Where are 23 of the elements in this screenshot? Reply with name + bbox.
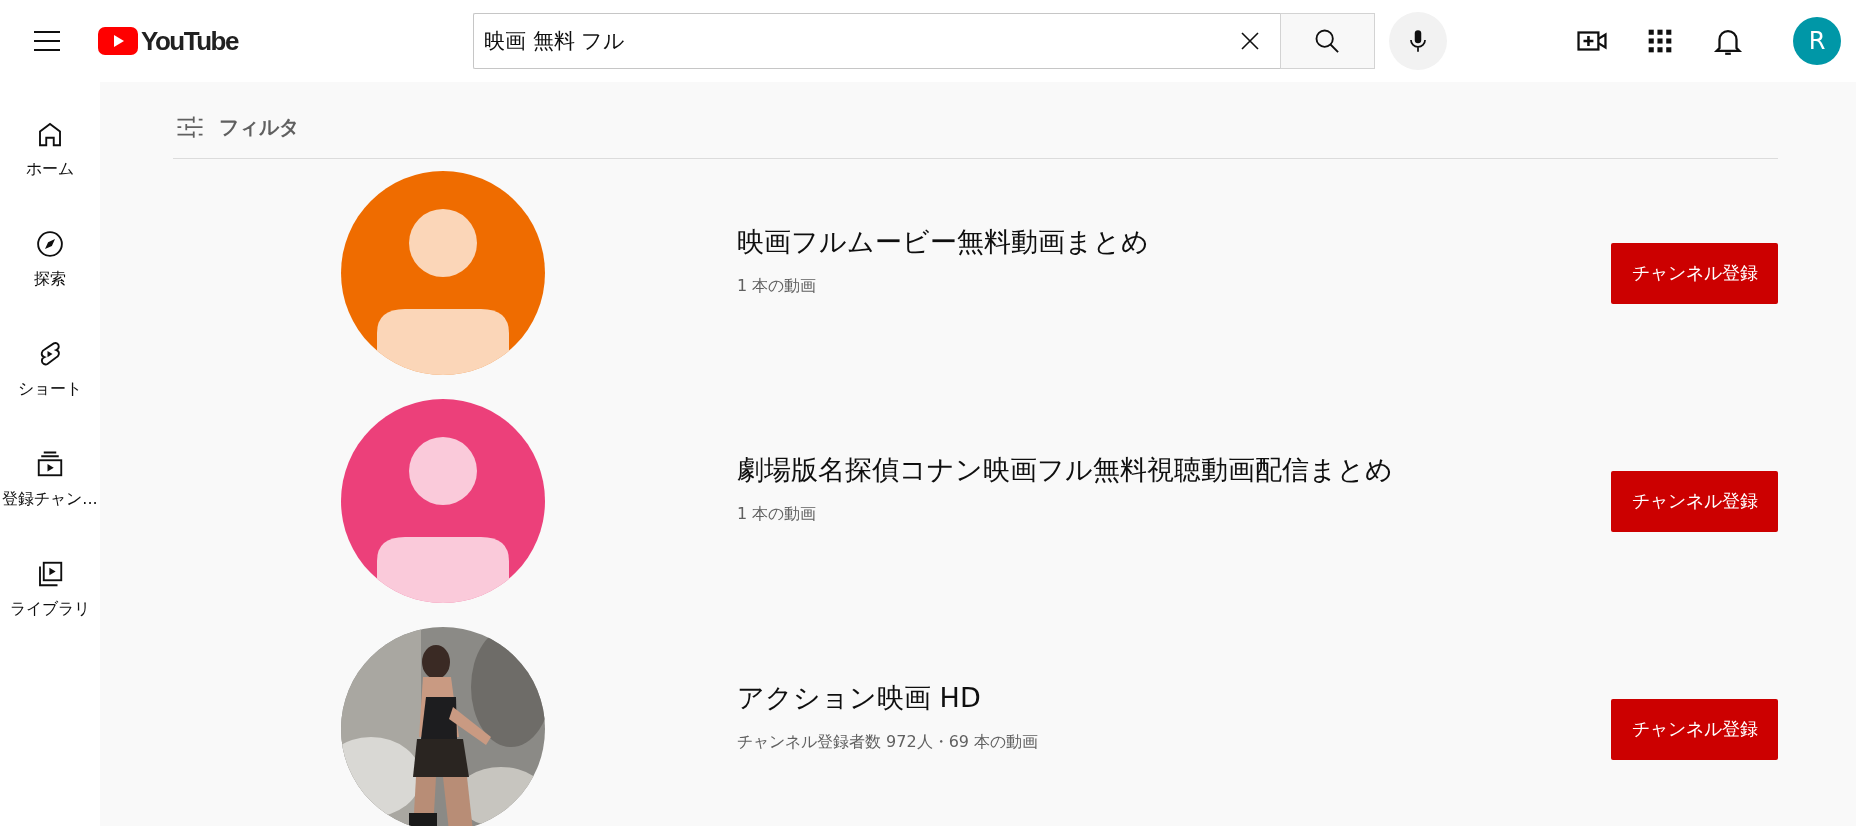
channel-title[interactable]: 劇場版名探偵コナン映画フル無料視聴動画配信まとめ <box>737 451 1611 488</box>
sidebar-item[interactable]: 探索 <box>0 204 100 314</box>
filter-button[interactable]: フィルタ <box>219 113 299 141</box>
play-logo-icon[interactable] <box>98 27 138 55</box>
channel-title[interactable]: 映画フルムービー無料動画まとめ <box>737 223 1611 260</box>
subscribe-button[interactable]: チャンネル登録 <box>1611 470 1778 532</box>
channel-title[interactable]: アクション映画 HD <box>737 679 1611 716</box>
compass-icon <box>35 228 65 259</box>
subscribe-button[interactable]: チャンネル登録 <box>1611 698 1778 760</box>
logo-text[interactable]: YouTube <box>141 25 238 57</box>
search-field[interactable]: 映画 無料 フル <box>472 13 1280 69</box>
search-button[interactable] <box>1279 13 1375 69</box>
subscribe-button[interactable]: チャンネル登録 <box>1611 242 1778 304</box>
channel-meta: チャンネル登録者数 972人・69 本の動画 <box>737 731 1040 753</box>
sidebar-item[interactable]: ライブラリ <box>0 534 100 644</box>
menu-icon[interactable] <box>32 29 62 53</box>
sidebar-item[interactable]: 登録チャン... <box>0 424 100 534</box>
channel-meta: 1 本の動画 <box>737 503 818 525</box>
channel-meta: 1 本の動画 <box>737 275 818 297</box>
sidebar-item[interactable]: ショート <box>0 314 100 424</box>
sidebar-item[interactable]: ホーム <box>0 94 100 204</box>
search-icon <box>1313 27 1342 55</box>
account-avatar[interactable]: R <box>1793 17 1841 65</box>
